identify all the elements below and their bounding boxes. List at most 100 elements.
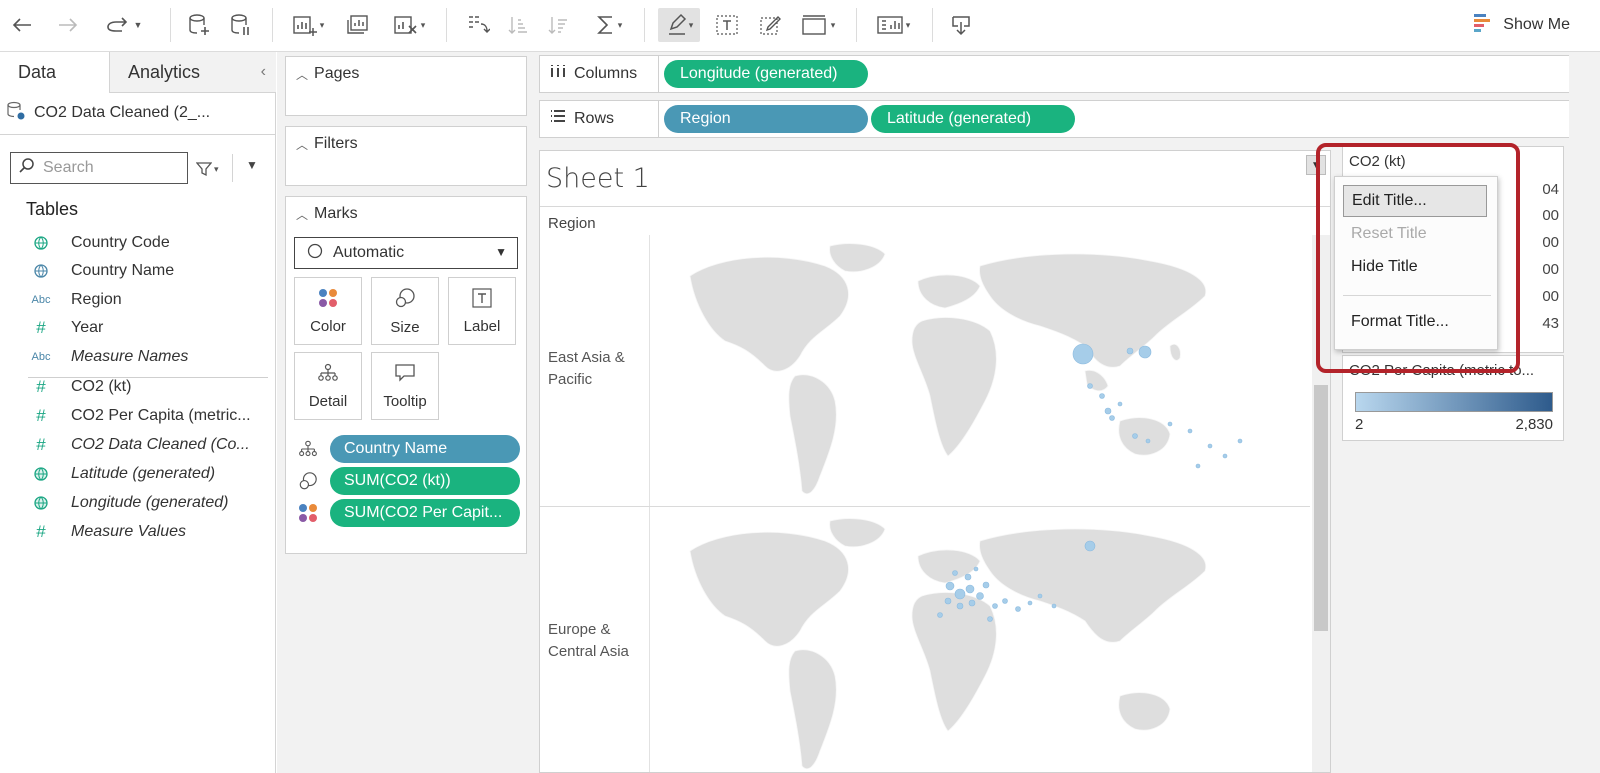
tab-analytics[interactable]: Analytics ‹ bbox=[110, 52, 276, 93]
columns-label: Columns bbox=[574, 64, 638, 82]
scrollbar-thumb[interactable] bbox=[1314, 385, 1328, 631]
row-label-europe[interactable]: Europe & Central Asia bbox=[548, 619, 629, 663]
row-headers: East Asia & Pacific Europe & Central Asi… bbox=[540, 235, 650, 772]
tooltip-button-label: Tooltip bbox=[383, 392, 427, 410]
label-button[interactable]: Label bbox=[448, 277, 516, 345]
duplicate-sheet-icon[interactable] bbox=[340, 8, 376, 42]
color-legend-max: 2,830 bbox=[1515, 416, 1553, 433]
pause-updates-icon[interactable] bbox=[226, 8, 256, 42]
totals-sigma-icon[interactable]: ▾ bbox=[588, 8, 630, 42]
map-pane-europe[interactable] bbox=[650, 511, 1310, 772]
menu-item-format-title[interactable]: Format Title... bbox=[1343, 306, 1487, 338]
search-input[interactable] bbox=[43, 159, 173, 177]
abc-icon: Abc bbox=[31, 351, 51, 363]
map-pane-east-asia[interactable] bbox=[650, 236, 1310, 506]
size-circles-icon bbox=[298, 471, 318, 496]
chevron-down-icon[interactable]: ▼ bbox=[134, 20, 143, 30]
field-country-code[interactable]: Country Code bbox=[0, 230, 270, 256]
size-legend-value: 00 bbox=[1542, 207, 1559, 224]
rows-icon bbox=[550, 109, 566, 128]
toolbar: ▼ ▾ ▾ ▾ ▾ ▾ ▾ Show Me bbox=[0, 0, 1600, 52]
tooltip-button[interactable]: Tooltip bbox=[371, 352, 439, 420]
color-legend[interactable]: CO2 Per Capita (metric to... 2 2,830 bbox=[1342, 355, 1564, 441]
field-measure-values[interactable]: # Measure Values bbox=[0, 519, 270, 545]
detail-button-label: Detail bbox=[308, 392, 348, 410]
clear-sheet-icon[interactable]: ▾ bbox=[388, 8, 430, 42]
search-box[interactable] bbox=[10, 152, 188, 184]
sort-ascending-icon[interactable] bbox=[504, 8, 532, 42]
funnel-icon bbox=[196, 162, 212, 177]
size-button[interactable]: Size bbox=[371, 277, 439, 345]
pill-sum-co2-kt[interactable]: SUM(CO2 (kt)) bbox=[330, 467, 520, 495]
field-year[interactable]: # Year bbox=[0, 315, 270, 341]
tab-analytics-label: Analytics bbox=[128, 61, 201, 82]
pages-card[interactable]: ︿ Pages bbox=[285, 56, 527, 116]
chevron-up-icon[interactable]: ︿ bbox=[296, 206, 308, 223]
hash-icon: # bbox=[36, 318, 46, 337]
toolbar-separator bbox=[170, 8, 171, 42]
fit-view-icon[interactable]: ▾ bbox=[796, 8, 840, 42]
field-co2-data-cleaned-count[interactable]: # CO2 Data Cleaned (Co... bbox=[0, 432, 270, 458]
format-workbook-icon[interactable] bbox=[756, 8, 786, 42]
pill-longitude-generated[interactable]: Longitude (generated) bbox=[664, 60, 868, 88]
menu-item-hide-title[interactable]: Hide Title bbox=[1343, 251, 1487, 283]
toolbar-separator bbox=[644, 8, 645, 42]
rows-shelf[interactable]: Rows Region Latitude (generated) bbox=[539, 100, 1594, 138]
pill-country-name[interactable]: Country Name bbox=[330, 435, 520, 463]
field-label: Latitude (generated) bbox=[71, 465, 216, 482]
mark-type-dropdown[interactable]: Automatic ▼ bbox=[294, 237, 518, 269]
field-co2-per-capita[interactable]: # CO2 Per Capita (metric... bbox=[0, 403, 270, 429]
swap-rows-columns-icon[interactable] bbox=[462, 8, 494, 42]
pill-sum-co2-per-capita[interactable]: SUM(CO2 Per Capit... bbox=[330, 499, 520, 527]
toolbar-separator bbox=[446, 8, 447, 42]
cards-column: ︿ Pages ︿ Filters ︿ Marks Automatic ▼ Co… bbox=[277, 52, 533, 773]
pill-latitude-generated[interactable]: Latitude (generated) bbox=[871, 105, 1075, 133]
sheet-scrollbar[interactable] bbox=[1312, 235, 1330, 772]
hash-icon: # bbox=[36, 377, 46, 396]
highlight-marker-icon[interactable]: ▾ bbox=[658, 8, 700, 42]
filter-fields-button[interactable]: ▾ bbox=[196, 156, 219, 182]
chevron-down-icon: ▼ bbox=[495, 245, 507, 259]
data-source-icon bbox=[6, 101, 26, 126]
show-me-label: Show Me bbox=[1503, 16, 1570, 33]
show-cards-icon[interactable]: ▾ bbox=[870, 8, 916, 42]
row-label-east-asia[interactable]: East Asia & Pacific bbox=[548, 347, 625, 391]
filters-card[interactable]: ︿ Filters bbox=[285, 126, 527, 186]
field-region[interactable]: Abc Region bbox=[0, 287, 270, 313]
title-dropdown-button[interactable]: ▼ bbox=[1306, 155, 1326, 175]
menu-item-reset-title[interactable]: Reset Title bbox=[1343, 218, 1487, 250]
hash-icon: # bbox=[36, 435, 46, 454]
sheet-title-area[interactable]: Sheet 1 ▼ bbox=[540, 151, 1330, 207]
field-longitude-generated[interactable]: Longitude (generated) bbox=[0, 490, 270, 516]
undo-icon[interactable] bbox=[8, 8, 36, 42]
new-data-source-icon[interactable] bbox=[184, 8, 214, 42]
data-source[interactable]: CO2 Data Cleaned (2_... bbox=[6, 100, 210, 126]
color-button[interactable]: Color bbox=[294, 277, 362, 345]
chevron-up-icon[interactable]: ︿ bbox=[296, 66, 308, 83]
row-label-line: Pacific bbox=[548, 371, 593, 388]
data-pane-menu-icon[interactable]: ▼ bbox=[246, 158, 258, 172]
sort-descending-icon[interactable] bbox=[544, 8, 572, 42]
field-measure-names[interactable]: Abc Measure Names bbox=[0, 344, 270, 370]
show-mark-labels-icon[interactable] bbox=[712, 8, 742, 42]
pages-title: Pages bbox=[314, 65, 360, 82]
collapse-pane-icon[interactable]: ‹ bbox=[261, 63, 266, 81]
field-latitude-generated[interactable]: Latitude (generated) bbox=[0, 461, 270, 487]
detail-button[interactable]: Detail bbox=[294, 352, 362, 420]
show-me-button[interactable]: Show Me bbox=[1473, 10, 1570, 40]
divider bbox=[658, 56, 659, 92]
field-label: Country Name bbox=[71, 262, 175, 279]
menu-item-edit-title[interactable]: Edit Title... bbox=[1343, 185, 1487, 217]
tab-data[interactable]: Data bbox=[0, 52, 110, 93]
replay-icon[interactable]: ▼ bbox=[96, 8, 150, 42]
columns-shelf[interactable]: Columns Longitude (generated) bbox=[539, 55, 1594, 93]
sheet-title[interactable]: Sheet 1 bbox=[546, 163, 650, 194]
present-download-icon[interactable] bbox=[946, 8, 976, 42]
new-worksheet-icon[interactable]: ▾ bbox=[288, 8, 328, 42]
field-label: Region bbox=[71, 291, 122, 308]
field-country-name[interactable]: Country Name bbox=[0, 258, 270, 284]
chevron-up-icon[interactable]: ︿ bbox=[296, 136, 308, 153]
redo-icon[interactable] bbox=[54, 8, 82, 42]
label-button-label: Label bbox=[463, 317, 501, 335]
pill-region[interactable]: Region bbox=[664, 105, 868, 133]
